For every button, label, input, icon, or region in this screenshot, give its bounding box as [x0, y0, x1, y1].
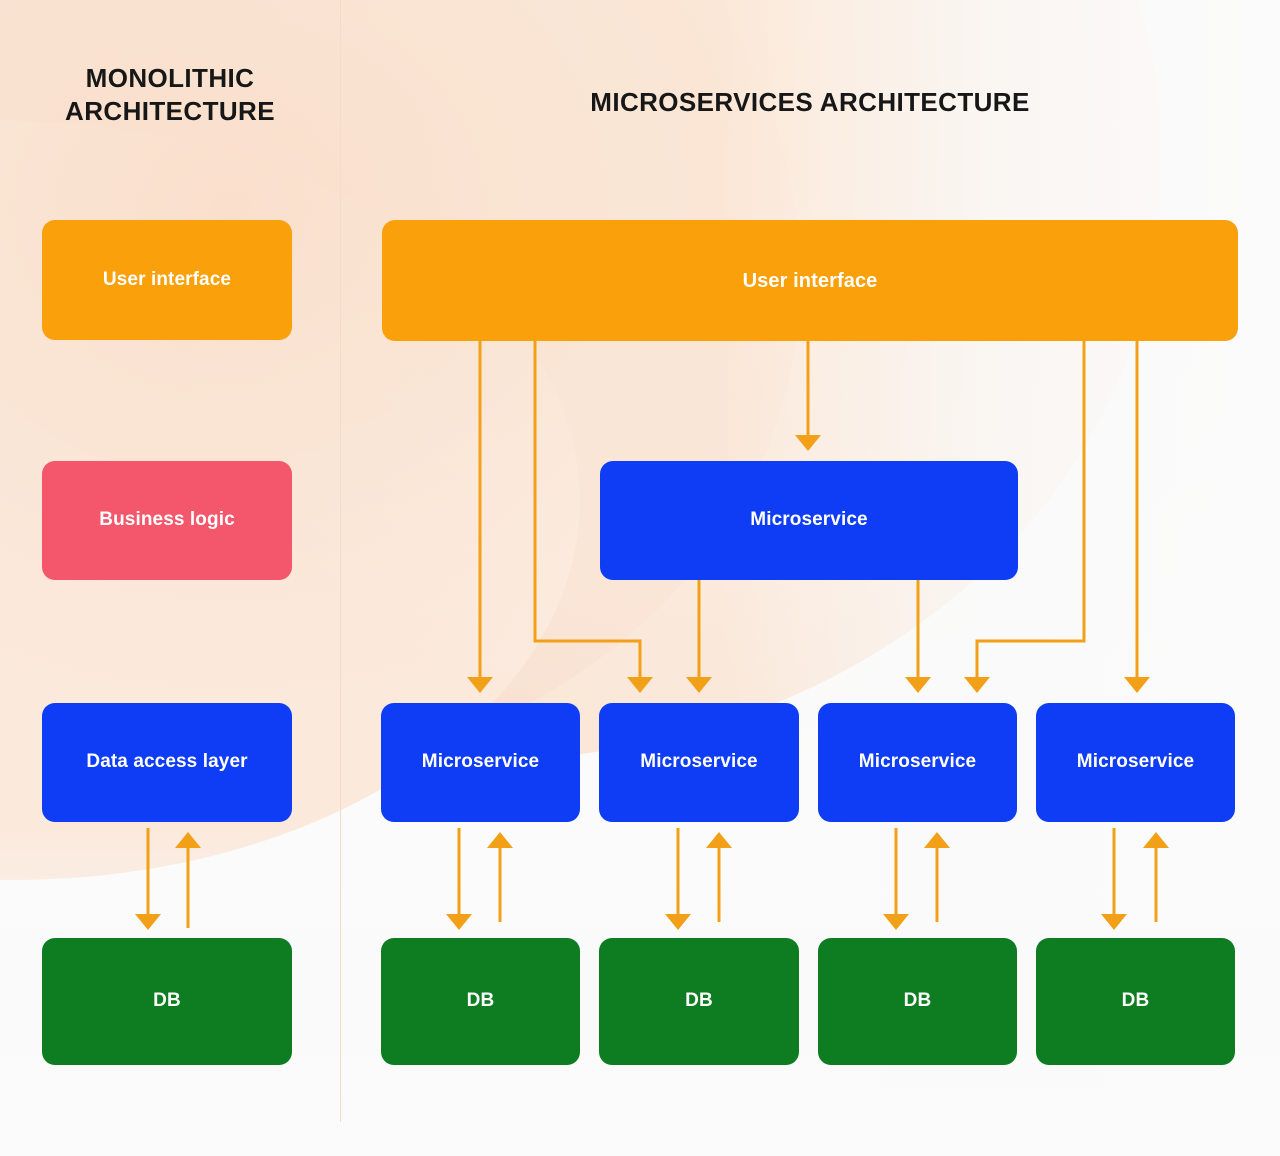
arrow-center-ms-to-ms2-head [686, 677, 712, 693]
node-microservice-center: Microservice [600, 461, 1018, 580]
column-divider [340, 0, 341, 1122]
arrow-db1-to-ms1-head [487, 832, 513, 848]
node-db-1: DB [381, 938, 580, 1065]
node-business-logic: Business logic [42, 461, 292, 580]
node-data-access-layer: Data access layer [42, 703, 292, 822]
node-microservice-3: Microservice [818, 703, 1017, 822]
node-microservice-1: Microservice [381, 703, 580, 822]
node-db-4: DB [1036, 938, 1235, 1065]
arrow-mono-db-to-dal-head [175, 832, 201, 848]
node-label: Microservice [1076, 751, 1195, 773]
node-label: User interface [742, 269, 878, 292]
node-label: Microservice [750, 509, 868, 531]
diagram-canvas: MONOLITHIC ARCHITECTURE MICROSERVICES AR… [0, 0, 1280, 1156]
monolithic-architecture-title: MONOLITHIC ARCHITECTURE [65, 63, 275, 127]
microservices-architecture-title: MICROSERVICES ARCHITECTURE [590, 87, 1030, 117]
node-microservice-2: Microservice [599, 703, 799, 822]
node-user-interface-microservices: User interface [382, 220, 1238, 341]
node-label: Data access layer [86, 751, 248, 773]
arrow-ui-to-center-ms-head [795, 435, 821, 451]
arrow-ui-to-ms3-head [964, 677, 990, 693]
node-label: Microservice [421, 751, 540, 773]
node-db-monolith: DB [42, 938, 292, 1065]
arrow-ms4-to-db4-head [1101, 914, 1127, 930]
node-db-3: DB [818, 938, 1017, 1065]
arrow-ui-to-ms1-head [467, 677, 493, 693]
node-label: Microservice [640, 751, 758, 773]
arrow-center-ms-to-ms3-head [905, 677, 931, 693]
node-label: User interface [102, 268, 232, 290]
node-db-2: DB [599, 938, 799, 1065]
arrow-ms3-to-db3-head [883, 914, 909, 930]
arrow-db2-to-ms2-head [706, 832, 732, 848]
node-label: DB [685, 990, 713, 1012]
arrow-ui-to-ms4-head [1124, 677, 1150, 693]
arrow-ms1-to-db1-head [446, 914, 472, 930]
node-label: DB [466, 990, 495, 1012]
node-label: Business logic [99, 509, 235, 531]
node-label: DB [153, 990, 181, 1012]
node-microservice-4: Microservice [1036, 703, 1235, 822]
arrow-db4-to-ms4-head [1143, 832, 1169, 848]
arrow-mono-dal-to-db-head [135, 914, 161, 930]
node-label: DB [1121, 990, 1150, 1012]
arrow-db3-to-ms3-head [924, 832, 950, 848]
node-user-interface-monolith: User interface [42, 220, 292, 340]
arrow-ms2-to-db2-head [665, 914, 691, 930]
arrow-ui-to-ms2-head [627, 677, 653, 693]
node-label: DB [903, 990, 932, 1012]
node-label: Microservice [858, 751, 977, 773]
